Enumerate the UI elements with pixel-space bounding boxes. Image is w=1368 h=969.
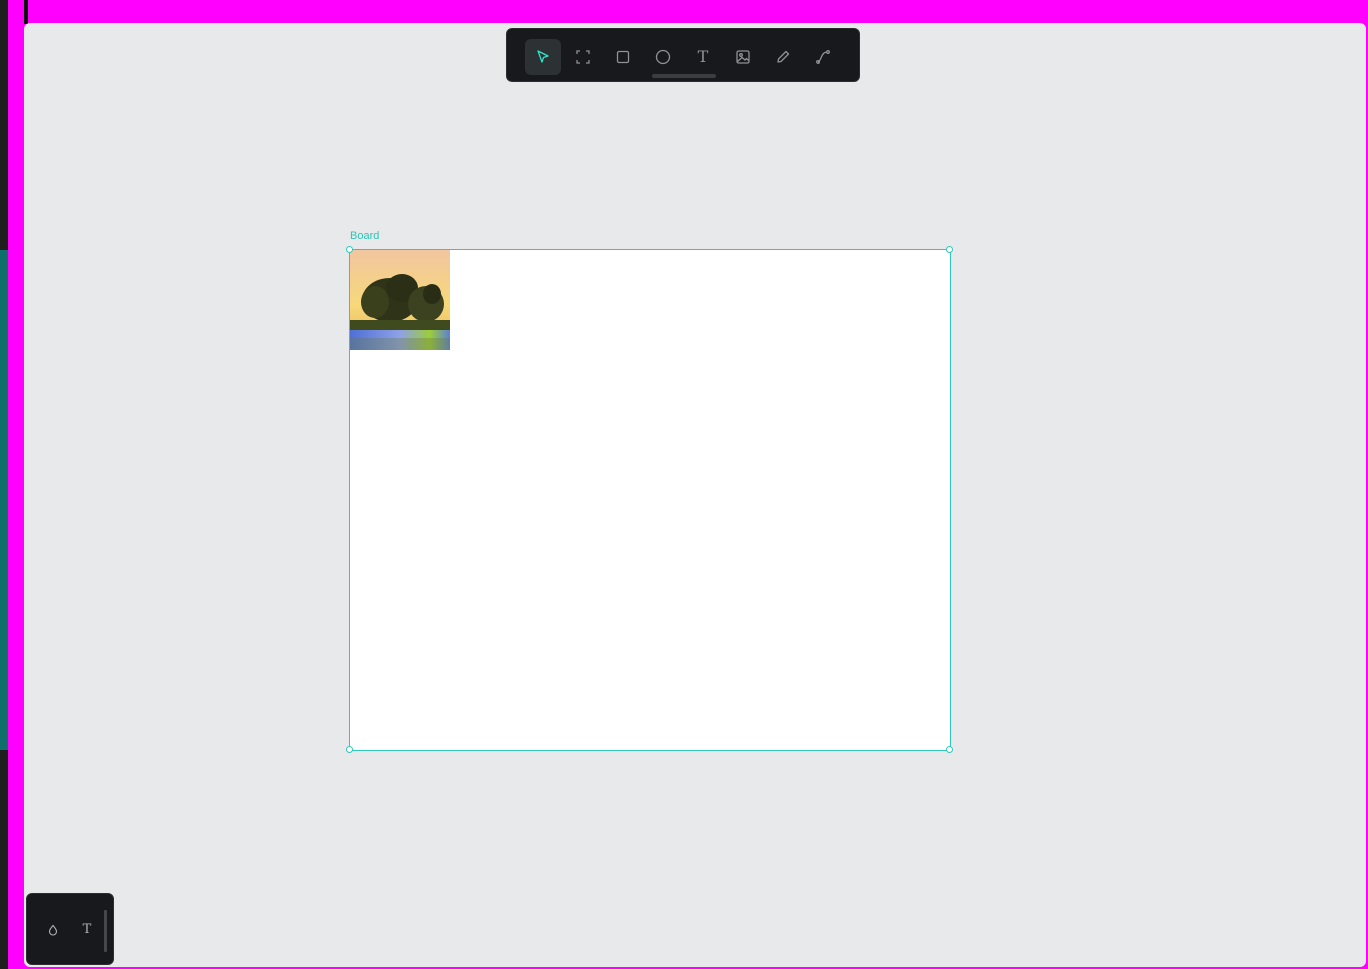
droplet-icon (48, 924, 58, 936)
pencil-icon (777, 50, 790, 63)
vertical-ruler (0, 0, 8, 969)
toolbar-drag-handle[interactable] (652, 74, 716, 78)
bottom-palette: T (26, 893, 114, 965)
path-icon (816, 50, 830, 64)
resize-handle-bottom-left[interactable] (346, 746, 353, 753)
design-canvas[interactable]: T Board T (24, 23, 1366, 967)
image-icon (736, 50, 750, 64)
path-tool-button[interactable] (805, 39, 841, 75)
board-tool-button[interactable] (565, 39, 601, 75)
frame-icon (576, 50, 590, 64)
main-toolbar: T (506, 28, 860, 82)
palette-divider (104, 910, 107, 952)
text-tool-button[interactable]: T (685, 39, 721, 75)
text-icon: T (82, 922, 92, 937)
ruler-corner (24, 0, 28, 24)
ellipse-tool-button[interactable] (645, 39, 681, 75)
move-tool-button[interactable] (525, 39, 561, 75)
pointer-icon (537, 50, 549, 63)
resize-handle-bottom-right[interactable] (946, 746, 953, 753)
text-icon: T (697, 47, 709, 66)
image-layer[interactable] (350, 250, 450, 350)
image-tool-button[interactable] (725, 39, 761, 75)
rectangle-icon (616, 50, 630, 64)
board-title[interactable]: Board (350, 230, 379, 242)
rectangle-tool-button[interactable] (605, 39, 641, 75)
color-palette-button[interactable] (41, 918, 65, 942)
ellipse-icon (655, 49, 671, 65)
typography-palette-button[interactable]: T (75, 918, 99, 942)
resize-handle-top-right[interactable] (946, 246, 953, 253)
landscape-image (350, 250, 450, 350)
board[interactable] (346, 246, 953, 753)
resize-handle-top-left[interactable] (346, 246, 353, 253)
pencil-tool-button[interactable] (765, 39, 801, 75)
